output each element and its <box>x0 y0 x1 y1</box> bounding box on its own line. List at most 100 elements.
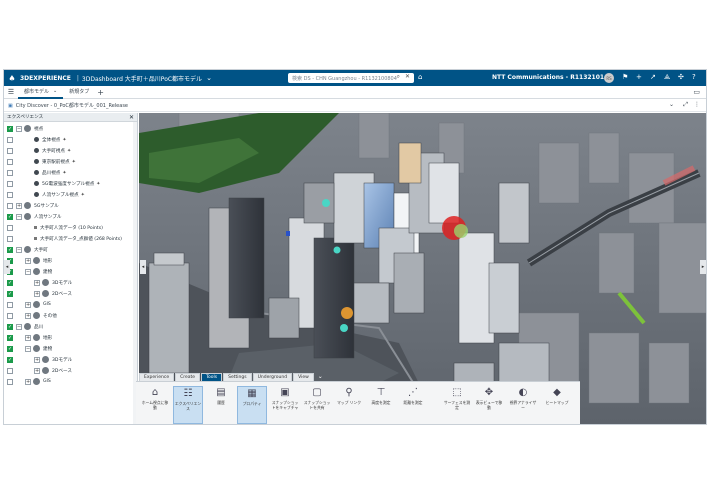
heatmap-button[interactable]: ◆ ヒートマップ <box>542 386 572 424</box>
checkbox[interactable] <box>7 378 13 385</box>
home-view-button[interactable]: ⌂ ホーム視点に移動 <box>140 386 170 424</box>
tab-experience[interactable]: Experience <box>139 373 175 381</box>
list-item[interactable]: 大手町視点 ✦ <box>4 146 71 155</box>
list-item[interactable]: − 品川 <box>4 322 43 331</box>
collapse-icon[interactable]: − <box>16 246 22 253</box>
expand-icon[interactable]: + <box>16 202 22 209</box>
right-panel-handle[interactable]: ▸ <box>700 260 706 274</box>
list-item[interactable]: +3Dモデル <box>4 355 72 364</box>
expand-icon[interactable]: + <box>25 334 31 341</box>
measure-surface-button[interactable]: ⬚ サーフェスを測定 <box>442 386 472 424</box>
checkbox[interactable] <box>7 345 13 352</box>
list-item[interactable]: + GIS <box>4 300 51 309</box>
close-icon[interactable]: ✕ <box>129 114 134 121</box>
tab-settings[interactable]: Settings <box>223 373 252 381</box>
checkbox[interactable] <box>7 169 13 176</box>
tab-city-model[interactable]: 都市モデル ⌄ <box>18 86 64 99</box>
list-item[interactable]: +2Dベース <box>4 366 72 375</box>
list-item[interactable]: 東京駅前視点 ✦ <box>4 157 76 166</box>
list-item[interactable]: + 地形 <box>4 256 52 265</box>
capture-snapshot-button[interactable]: ▣ スナップショットをキャプチャ <box>270 386 300 424</box>
map-link-button[interactable]: ⚲ マップ リンク <box>334 386 364 424</box>
collapse-panel-handle[interactable]: ◂ <box>140 260 146 274</box>
list-item[interactable]: +2Dベース <box>4 289 72 298</box>
checkbox[interactable] <box>7 290 13 297</box>
pin-icon[interactable]: ✦ <box>96 181 100 187</box>
add-icon[interactable]: + <box>636 73 642 81</box>
collapse-icon[interactable]: − <box>25 345 31 352</box>
expand-icon[interactable]: + <box>34 290 40 297</box>
checkbox[interactable] <box>7 136 13 143</box>
tab-create[interactable]: Create <box>175 373 201 381</box>
collapse-icon[interactable]: − <box>16 323 22 330</box>
menu-icon[interactable]: ☰ <box>4 88 18 96</box>
checkbox[interactable] <box>7 235 13 242</box>
checkbox[interactable] <box>7 213 13 220</box>
collapse-icon[interactable]: − <box>16 125 22 132</box>
compass-icon[interactable]: ✣ <box>678 73 684 81</box>
list-item[interactable]: + その他 <box>4 311 57 320</box>
checkbox[interactable] <box>7 279 13 286</box>
share-icon[interactable]: ↗ <box>650 73 656 81</box>
pin-icon[interactable]: ✦ <box>62 170 66 176</box>
list-item[interactable]: 大手町人流データ (10 Points) <box>4 223 103 232</box>
left-panel-handle[interactable]: ◂ <box>4 260 10 274</box>
list-item[interactable]: 人流サンプル視点 ✦ <box>4 190 85 199</box>
user-tenant[interactable]: NTT Communications - R1132101 <box>492 74 604 81</box>
expand-icon[interactable]: + <box>34 367 40 374</box>
expand-icon[interactable]: + <box>25 312 31 319</box>
chevron-down-icon[interactable]: ⌄ <box>206 74 212 82</box>
measure-height-button[interactable]: ⊤ 高度を測定 <box>366 386 396 424</box>
checkbox[interactable] <box>7 312 13 319</box>
expand-icon[interactable]: + <box>25 301 31 308</box>
pin-icon[interactable]: ✦ <box>72 159 76 165</box>
tab-view[interactable]: View <box>293 373 314 381</box>
checkbox[interactable] <box>7 147 13 154</box>
help-icon[interactable]: ? <box>692 73 696 81</box>
checkbox[interactable] <box>7 334 13 341</box>
list-item[interactable]: − 建物 <box>4 344 52 353</box>
list-item[interactable]: 全体視点 ✦ <box>4 135 67 144</box>
checkbox[interactable] <box>7 356 13 363</box>
scrollbar[interactable] <box>133 122 137 424</box>
avatar[interactable]: RS <box>604 73 614 83</box>
expand-icon[interactable]: + <box>25 378 31 385</box>
checkbox[interactable] <box>7 158 13 165</box>
checkbox[interactable] <box>7 180 13 187</box>
visibility-analyzer-button[interactable]: ◐ 視界アナライザー <box>508 386 538 424</box>
pin-icon[interactable]: ✦ <box>62 137 66 143</box>
checkbox[interactable] <box>7 202 13 209</box>
collapse-icon[interactable]: − <box>16 213 22 220</box>
checkbox[interactable] <box>7 191 13 198</box>
notification-icon[interactable]: ⚑ <box>622 73 628 81</box>
maximize-icon[interactable]: ⤢ <box>683 101 688 109</box>
close-icon[interactable]: ✕ <box>405 73 410 80</box>
history-button[interactable]: ▤ 履歴 <box>206 386 236 424</box>
checkbox[interactable] <box>7 224 13 231</box>
expand-icon[interactable]: + <box>25 257 31 264</box>
search-icon[interactable]: ⌕ <box>397 73 400 81</box>
list-item[interactable]: − 建物 <box>4 267 52 276</box>
list-item[interactable]: − 人流サンプル <box>4 212 61 221</box>
tab-underground[interactable]: Underground <box>252 373 293 381</box>
move-in-view-button[interactable]: ✥ 表示ビューで移動 <box>474 386 504 424</box>
list-item[interactable]: − 大手町 <box>4 245 48 254</box>
list-item[interactable]: + 地形 <box>4 333 52 342</box>
collapse-icon[interactable]: − <box>25 268 31 275</box>
chevron-down-icon[interactable]: ⌄ <box>53 88 57 94</box>
pin-icon[interactable]: ✦ <box>67 148 71 154</box>
more-icon[interactable]: ⋮ <box>694 101 700 108</box>
expand-icon[interactable]: + <box>34 279 40 286</box>
list-item[interactable]: 品川視点 ✦ <box>4 168 67 177</box>
checkbox[interactable] <box>7 125 13 132</box>
list-item[interactable]: +3Dモデル <box>4 278 72 287</box>
chevron-down-icon[interactable]: ⌄ <box>669 101 674 108</box>
experience-button[interactable]: ☷ エクスペリエンス <box>173 386 203 424</box>
pin-icon[interactable]: ✦ <box>81 192 85 198</box>
checkbox[interactable] <box>7 246 13 253</box>
expand-icon[interactable]: + <box>34 356 40 363</box>
tab-tools[interactable]: Tools <box>201 373 223 381</box>
search-input[interactable]: 検索 DS - CHN Guangzhou - R1132100804 ⌕ ✕ <box>288 73 414 83</box>
checkbox[interactable] <box>7 367 13 374</box>
chevron-down-icon[interactable]: ⌄ <box>318 373 323 381</box>
